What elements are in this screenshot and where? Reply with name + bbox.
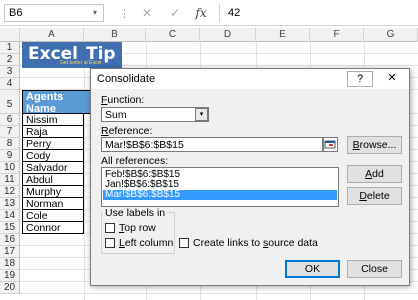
agents-name-header[interactable]: Agents Name	[22, 90, 96, 115]
agent-cell[interactable]: Cole	[22, 210, 84, 222]
row-header[interactable]: 13	[0, 198, 20, 210]
enter-icon[interactable]: ✓	[168, 6, 182, 20]
add-button[interactable]: Add	[347, 165, 402, 183]
row-header[interactable]: 12	[0, 186, 20, 198]
name-box[interactable]: B6	[4, 4, 104, 22]
collapse-dialog-icon[interactable]	[323, 137, 338, 152]
insert-function-icon[interactable]: fx	[194, 6, 208, 20]
browse-button[interactable]: Browse...	[347, 136, 402, 154]
logo-tagline: Get better at Excel	[60, 60, 102, 66]
ok-button[interactable]: OK	[285, 260, 340, 278]
row-header[interactable]: 3	[0, 66, 20, 78]
formula-bar: B6 ▾ ⋮ ✕ ✓ fx 42	[0, 0, 418, 26]
column-header-e[interactable]: E	[256, 28, 310, 42]
dialog-title: Consolidate	[97, 73, 156, 85]
agent-cell[interactable]: Nissim	[22, 114, 84, 126]
row-header[interactable]: 5	[0, 90, 20, 114]
column-header-f[interactable]: F	[310, 28, 364, 42]
all-references-list[interactable]: Feb!$B$6:$B$15 Jan!$B$6:$B$15 Mar!$B$6:$…	[101, 167, 339, 207]
row-header[interactable]: 17	[0, 246, 20, 258]
column-header-a[interactable]: A	[20, 28, 84, 42]
create-links-label: Create links to source data	[193, 237, 318, 249]
help-button[interactable]: ?	[347, 71, 373, 87]
row-header[interactable]: 19	[0, 270, 20, 282]
column-header-d[interactable]: D	[200, 28, 256, 42]
row-header[interactable]: 8	[0, 138, 20, 150]
all-references-label: All references:	[101, 155, 169, 167]
agent-cell[interactable]: Cody	[22, 150, 84, 162]
row-header[interactable]: 7	[0, 126, 20, 138]
cancel-icon[interactable]: ✕	[140, 6, 154, 20]
agent-cell[interactable]: Norman	[22, 198, 84, 210]
column-headers: A B C D E F G	[0, 28, 418, 42]
row-header[interactable]: 1	[0, 42, 20, 54]
reference-label: Reference:	[101, 125, 153, 137]
row-header[interactable]: 16	[0, 234, 20, 246]
agent-cell[interactable]: Abdul	[22, 174, 84, 186]
column-header-g[interactable]: G	[364, 28, 418, 42]
left-column-checkbox[interactable]	[105, 238, 115, 248]
row-header[interactable]: 2	[0, 54, 20, 66]
close-icon[interactable]: ✕	[379, 71, 405, 87]
close-button[interactable]: Close	[347, 260, 402, 278]
row-header[interactable]: 9	[0, 150, 20, 162]
agent-cell[interactable]: Salvador	[22, 162, 84, 174]
agent-cell[interactable]: Perry	[22, 138, 84, 150]
select-all-corner[interactable]	[0, 28, 20, 42]
agent-cell[interactable]: Raja	[22, 126, 84, 138]
agent-cell[interactable]: Connor	[22, 222, 84, 234]
reference-list-item-selected[interactable]: Mar!$B$6:$B$15	[103, 190, 337, 200]
use-labels-in-label: Use labels in	[103, 207, 168, 219]
row-header[interactable]: 14	[0, 210, 20, 222]
left-column-label: Left column	[119, 237, 174, 249]
row-header[interactable]: 15	[0, 222, 20, 234]
chevron-down-icon[interactable]: ▾	[195, 108, 208, 121]
column-header-b[interactable]: B	[84, 28, 146, 42]
formula-bar-grip-icon: ⋮	[119, 8, 130, 20]
agent-cell[interactable]: Murphy	[22, 186, 84, 198]
top-row-checkbox[interactable]	[105, 223, 115, 233]
header-line-1: Agents	[26, 91, 64, 103]
formula-input[interactable]: 42	[219, 4, 417, 22]
function-select[interactable]: Sum	[101, 107, 209, 122]
row-header[interactable]: 10	[0, 162, 20, 174]
top-row-label: Top row	[119, 222, 156, 234]
dialog-titlebar[interactable]: Consolidate ? ✕	[91, 69, 409, 89]
row-header[interactable]: 6	[0, 114, 20, 126]
row-header[interactable]: 11	[0, 174, 20, 186]
row-header[interactable]: 20	[0, 282, 20, 294]
delete-button[interactable]: Delete	[347, 187, 402, 205]
row-header[interactable]: 4	[0, 78, 20, 90]
column-header-c[interactable]: C	[146, 28, 200, 42]
row-header[interactable]: 18	[0, 258, 20, 270]
create-links-checkbox[interactable]	[179, 238, 189, 248]
function-label: Function:	[101, 94, 145, 106]
name-box-dropdown-icon[interactable]: ▾	[93, 4, 103, 22]
consolidate-dialog: Consolidate ? ✕ Function: Sum ▾ Referenc…	[90, 68, 410, 286]
reference-input[interactable]: Mar!$B$6:$B$15	[101, 137, 323, 152]
